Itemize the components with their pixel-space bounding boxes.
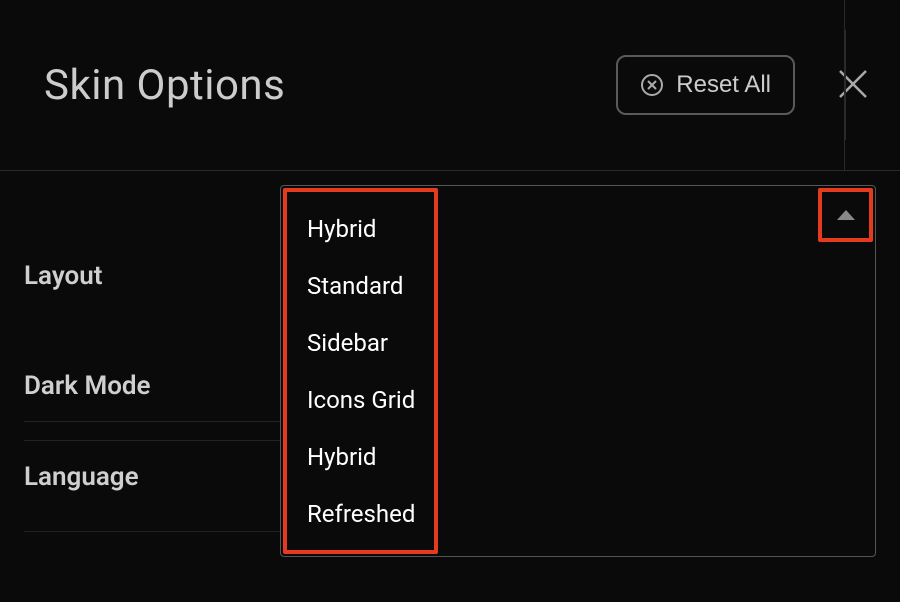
header-inner: Skin Options Reset All <box>44 30 846 140</box>
dialog-title: Skin Options <box>44 61 285 110</box>
dropdown-option-hybrid[interactable]: Hybrid <box>287 435 434 479</box>
dialog-content: Layout Dark Mode Language Hybrid Standar… <box>0 171 900 532</box>
dropdown-option-iconsgrid[interactable]: Icons Grid <box>287 378 434 422</box>
dropdown-option-sidebar[interactable]: Sidebar <box>287 321 434 365</box>
reset-all-button[interactable]: Reset All <box>616 55 795 115</box>
dropdown-option-standard[interactable]: Standard <box>287 264 434 308</box>
dropdown-option-refreshed[interactable]: Refreshed <box>287 492 434 536</box>
dialog-header: Skin Options Reset All <box>0 0 900 171</box>
chevron-up-icon <box>837 210 855 220</box>
dark-mode-label: Dark Mode <box>24 371 274 401</box>
reset-all-label: Reset All <box>676 71 771 99</box>
dropdown-option-selected[interactable]: Hybrid <box>287 207 434 251</box>
reset-icon <box>640 73 664 97</box>
dropdown-caret-button[interactable] <box>818 188 873 242</box>
layout-label: Layout <box>24 261 274 291</box>
language-label: Language <box>24 462 274 492</box>
layout-dropdown[interactable]: Hybrid Standard Sidebar Icons Grid Hybri… <box>280 185 876 557</box>
dropdown-list[interactable]: Hybrid Standard Sidebar Icons Grid Hybri… <box>283 188 438 554</box>
